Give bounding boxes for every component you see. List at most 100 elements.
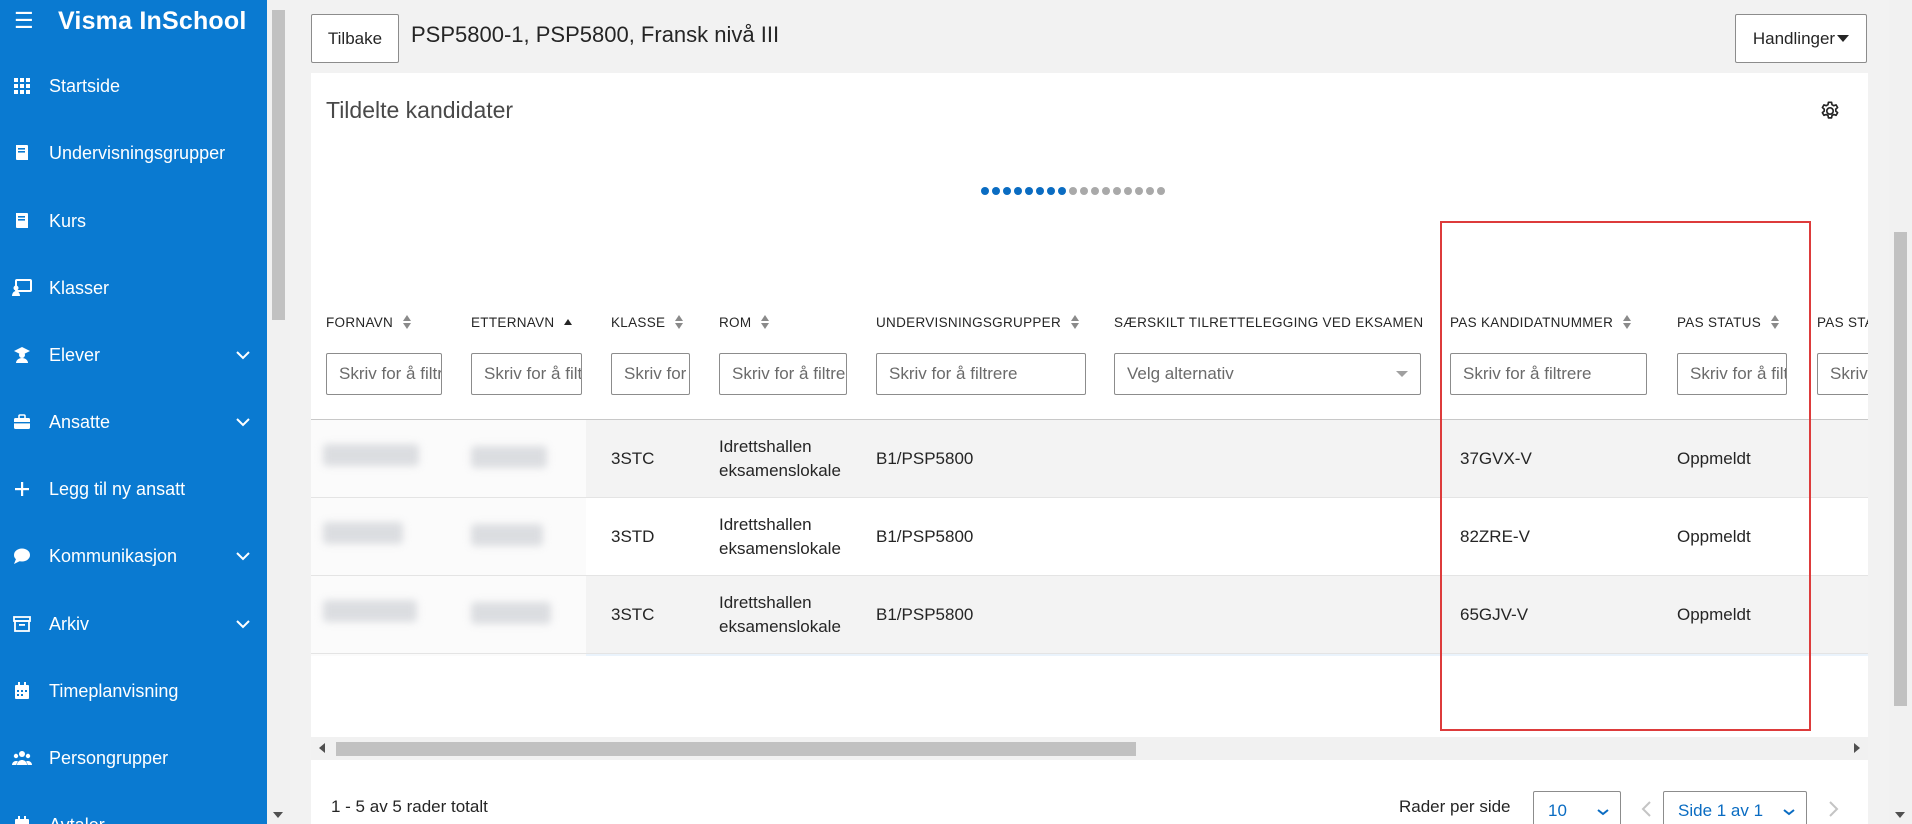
sidebar-scrollbar[interactable] — [267, 0, 290, 824]
scroll-down-arrow-icon[interactable] — [1895, 812, 1905, 818]
filter-placeholder: Skriv for å filtrere — [1830, 364, 1868, 383]
sort-icon[interactable] — [1771, 314, 1780, 330]
page-scrollbar[interactable] — [1889, 0, 1912, 824]
column-header[interactable]: KLASSE — [611, 313, 684, 331]
column-header[interactable]: SÆRSKILT TILRETTELEGGING VED EKSAMEN — [1114, 313, 1423, 331]
filter-input[interactable]: Skriv for å filtrere — [719, 353, 847, 395]
column-pager-dot[interactable] — [1135, 187, 1143, 195]
column-pager-dot[interactable] — [1036, 187, 1044, 195]
column-pager-dot[interactable] — [1047, 187, 1055, 195]
next-page-icon[interactable] — [1823, 797, 1843, 821]
column-pager-dot[interactable] — [1014, 187, 1022, 195]
scroll-down-arrow-icon[interactable] — [273, 812, 283, 818]
chevron-down-icon[interactable] — [235, 347, 251, 363]
page-select[interactable]: Side 1 av 1 — [1663, 791, 1807, 824]
sidebar-item-label: Klasser — [49, 277, 110, 298]
filter-input[interactable]: Skriv for å filtrere — [1677, 353, 1787, 395]
filter-input[interactable]: Skriv for å filtrere — [876, 353, 1086, 395]
column-header[interactable]: ROM — [719, 313, 770, 331]
column-header[interactable]: PAS STATUS — [1817, 313, 1868, 331]
classroom-icon — [12, 278, 32, 298]
chevron-down-icon[interactable] — [235, 616, 251, 632]
gear-icon[interactable] — [1819, 100, 1841, 122]
sidebar-item-avtaler[interactable]: Avtaler — [0, 805, 267, 824]
redacted-name-cells — [311, 654, 586, 656]
redacted-first-name — [323, 444, 419, 466]
filter-input[interactable]: Skriv for å filtrere — [1817, 353, 1868, 395]
sidebar-item-arkiv[interactable]: Arkiv — [0, 604, 267, 644]
sidebar-item-klasser[interactable]: Klasser — [0, 268, 267, 308]
previous-page-icon[interactable] — [1637, 797, 1657, 821]
sidebar-scrollbar-thumb[interactable] — [272, 10, 285, 320]
sort-icon[interactable] — [564, 314, 573, 330]
sort-icon[interactable] — [403, 314, 412, 330]
column-header-label: ETTERNAVN — [471, 314, 555, 330]
filter-placeholder: Skriv for å filtrere — [1690, 364, 1787, 383]
scroll-right-arrow-icon[interactable] — [1854, 743, 1860, 753]
class-cell: 3STB — [611, 654, 654, 656]
column-pager-dot[interactable] — [1091, 187, 1099, 195]
column-pager-dot[interactable] — [1025, 187, 1033, 195]
hamburger-menu-icon[interactable]: ☰ — [14, 8, 36, 34]
column-header[interactable]: UNDERVISNINGSGRUPPER — [876, 313, 1080, 331]
page-scrollbar-thumb[interactable] — [1894, 232, 1907, 706]
filter-input[interactable]: Skriv for å filtrere — [326, 353, 442, 395]
rows-per-page-select[interactable]: 10 — [1533, 791, 1621, 824]
sort-icon[interactable] — [761, 314, 770, 330]
sidebar-item-elever[interactable]: Elever — [0, 335, 267, 375]
filter-input[interactable]: Skriv for å filtrere — [611, 353, 690, 395]
teaching-group-cell: B1/PSP5800 — [876, 654, 973, 656]
rows-per-page-label: Rader per side — [1399, 797, 1511, 816]
column-pager-dot[interactable] — [1113, 187, 1121, 195]
horizontal-scrollbar-thumb[interactable] — [336, 742, 1136, 756]
sidebar-item-legg-til-ny-ansatt[interactable]: Legg til ny ansatt — [0, 469, 267, 509]
column-pager-dot[interactable] — [1124, 187, 1132, 195]
sidebar-item-timeplanvisning[interactable]: Timeplanvisning — [0, 671, 267, 711]
sidebar-item-label: Ansatte — [49, 411, 111, 432]
sort-icon[interactable] — [1623, 314, 1632, 330]
class-cell: 3STD — [611, 527, 655, 546]
sort-icon[interactable] — [675, 314, 684, 330]
table-row[interactable]: 3STC Idrettshallen eksamenslokale B1/PSP580… — [311, 576, 1868, 654]
column-header-label: KLASSE — [611, 314, 666, 330]
column-pager-dot[interactable] — [1146, 187, 1154, 195]
chevron-down-icon[interactable] — [235, 548, 251, 564]
filter-input[interactable]: Skriv for å filtrere — [471, 353, 582, 395]
column-pager-dot[interactable] — [1080, 187, 1088, 195]
column-header[interactable]: FORNAVN — [326, 313, 412, 331]
column-pager-dot[interactable] — [1003, 187, 1011, 195]
sidebar-item-ansatte[interactable]: Ansatte — [0, 402, 267, 442]
column-pager-dot[interactable] — [1157, 187, 1165, 195]
actions-dropdown-button[interactable]: Handlinger — [1735, 14, 1867, 63]
sidebar-item-kommunikasjon[interactable]: Kommunikasjon — [0, 536, 267, 576]
column-pager-dots[interactable] — [981, 187, 1165, 197]
sidebar-item-kurs[interactable]: Kurs — [0, 201, 267, 241]
column-header[interactable]: ETTERNAVN — [471, 313, 573, 331]
sidebar-item-undervisningsgrupper[interactable]: Undervisningsgrupper — [0, 133, 267, 173]
column-pager-dot[interactable] — [992, 187, 1000, 195]
table-row[interactable]: 3STC Idrettshallen eksamenslokale B1/PSP580… — [311, 420, 1868, 498]
filter-placeholder: Velg alternativ — [1127, 364, 1234, 383]
chevron-down-icon[interactable] — [235, 414, 251, 430]
status-cell: Oppmeldt — [1677, 527, 1751, 546]
column-pager-dot[interactable] — [1102, 187, 1110, 195]
sidebar-item-startside[interactable]: Startside — [0, 66, 267, 106]
column-pager-dot[interactable] — [1069, 187, 1077, 195]
sidebar-item-persongrupper[interactable]: Persongrupper — [0, 738, 267, 778]
back-button[interactable]: Tilbake — [311, 14, 399, 63]
column-header[interactable]: PAS STATUS — [1677, 313, 1780, 331]
table-row[interactable]: 3STD Idrettshallen eksamenslokale B1/PSP580… — [311, 498, 1868, 576]
scroll-left-arrow-icon[interactable] — [319, 743, 325, 753]
filter-select[interactable]: Velg alternativ — [1114, 353, 1421, 395]
column-pager-dot[interactable] — [981, 187, 989, 195]
sort-icon[interactable] — [1071, 314, 1080, 330]
room-line: eksamenslokale — [719, 539, 841, 558]
table-row[interactable]: 3STB Idrettshalleneksamenslokale B1/PSP580… — [311, 654, 1868, 656]
column-pager-dot[interactable] — [1058, 187, 1066, 195]
table-horizontal-scrollbar[interactable] — [311, 737, 1868, 760]
column-header[interactable]: PAS KANDIDATNUMMER — [1450, 313, 1632, 331]
filter-input[interactable]: Skriv for å filtrere — [1450, 353, 1647, 395]
sidebar-item-label: Elever — [49, 344, 101, 365]
column-header-label: PAS KANDIDATNUMMER — [1450, 314, 1614, 330]
filter-placeholder: Skriv for å filtrere — [889, 364, 1018, 383]
